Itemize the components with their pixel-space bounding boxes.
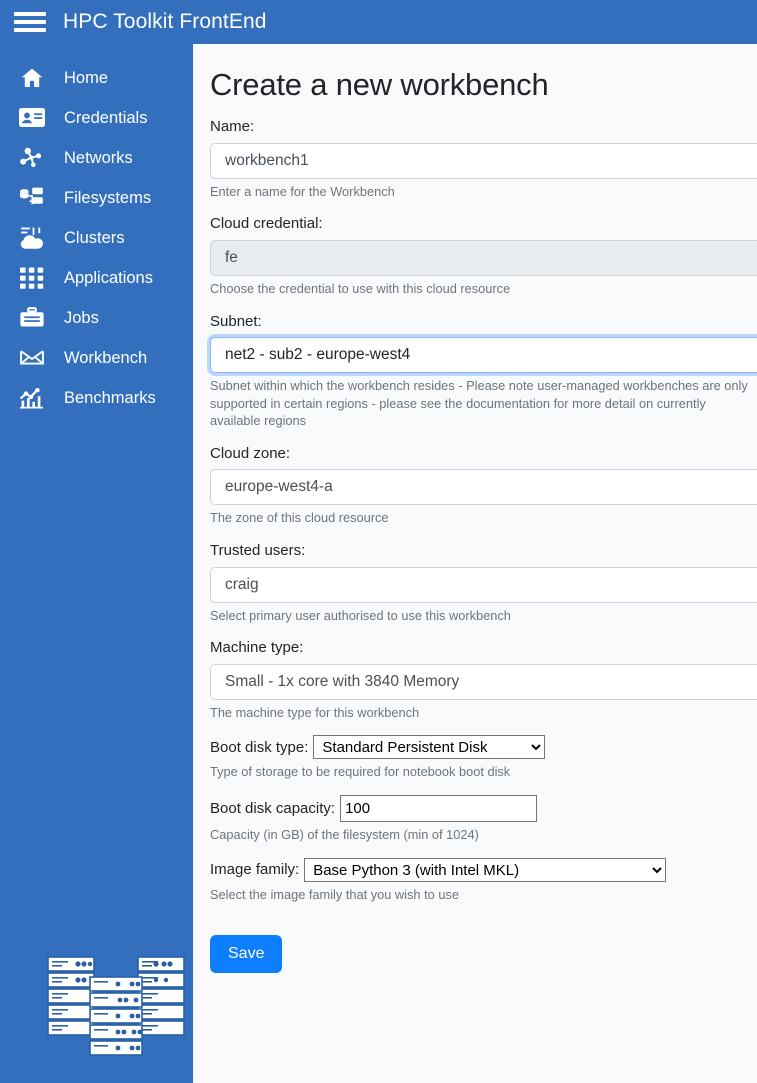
- sidebar-item-benchmarks[interactable]: Benchmarks: [0, 378, 193, 418]
- image-family-help: Select the image family that you wish to…: [210, 886, 459, 902]
- sidebar-item-label: Credentials: [64, 108, 148, 127]
- sidebar-item-clusters[interactable]: Clusters: [0, 218, 193, 258]
- sidebar-item-label: Workbench: [64, 348, 148, 367]
- field-subnet: Subnet: net2 - sub2 - europe-west4 Subne…: [210, 312, 757, 430]
- server-rack-illustration: [46, 951, 186, 1061]
- clusters-icon: [17, 225, 47, 251]
- field-boot-disk-capacity: Boot disk capacity: Capacity (in GB) of …: [210, 795, 757, 844]
- subnet-select[interactable]: net2 - sub2 - europe-west4: [210, 337, 757, 373]
- image-family-select[interactable]: Base Python 3 (with Intel MKL): [304, 857, 667, 882]
- name-input[interactable]: workbench1: [210, 142, 757, 179]
- machine-type-help: The machine type for this workbench: [210, 704, 420, 720]
- sidebar-item-applications[interactable]: Applications: [0, 258, 193, 298]
- filesystems-icon: [17, 185, 47, 211]
- main-content: Create a new workbench Name: workbench1 …: [193, 44, 757, 1083]
- benchmarks-chart-icon: [17, 385, 47, 411]
- app-root: HPC Toolkit FrontEnd Home Credentials Ne…: [0, 0, 757, 1083]
- sidebar-item-label: Networks: [64, 148, 133, 167]
- cloud-credential-help: Choose the credential to use with this c…: [210, 280, 511, 296]
- sidebar-item-credentials[interactable]: Credentials: [0, 98, 193, 138]
- sidebar-item-workbench[interactable]: Workbench: [0, 338, 193, 378]
- subnet-label: Subnet:: [210, 312, 262, 330]
- field-trusted-users: Trusted users: craig Select primary user…: [210, 541, 757, 624]
- sidebar-item-home[interactable]: Home: [0, 58, 193, 98]
- field-image-family: Image family: Base Python 3 (with Intel …: [210, 857, 757, 904]
- field-machine-type: Machine type: Small - 1x core with 3840 …: [210, 638, 757, 721]
- boot-disk-capacity-label: Boot disk capacity:: [210, 800, 336, 818]
- cloud-zone-help: The zone of this cloud resource: [210, 510, 389, 526]
- sidebar-item-label: Benchmarks: [64, 388, 156, 407]
- image-family-label: Image family:: [210, 861, 300, 879]
- sidebar-item-label: Jobs: [64, 308, 99, 327]
- cloud-credential-label: Cloud credential:: [210, 215, 323, 233]
- sidebar-item-jobs[interactable]: Jobs: [0, 298, 193, 338]
- sidebar-item-label: Filesystems: [64, 188, 152, 207]
- briefcase-icon: [17, 305, 47, 331]
- boot-disk-type-help: Type of storage to be required for noteb…: [210, 764, 511, 780]
- sidebar-item-networks[interactable]: Networks: [0, 138, 193, 178]
- boot-disk-capacity-input[interactable]: [340, 795, 538, 823]
- field-name: Name: workbench1 Enter a name for the Wo…: [210, 117, 757, 200]
- sidebar-nav: Home Credentials Networks Filesystems Cl…: [0, 44, 193, 418]
- machine-type-label: Machine type:: [210, 639, 304, 657]
- hamburger-icon[interactable]: [14, 10, 46, 34]
- boot-disk-capacity-help: Capacity (in GB) of the filesystem (min …: [210, 827, 479, 843]
- save-button[interactable]: Save: [210, 935, 283, 973]
- name-label: Name:: [210, 118, 255, 136]
- applications-grid-icon: [17, 265, 47, 291]
- boot-disk-type-select[interactable]: Standard Persistent Disk: [313, 735, 546, 760]
- image-family-row: Image family: Base Python 3 (with Intel …: [210, 857, 757, 882]
- trusted-users-help: Select primary user authorised to use th…: [210, 607, 511, 623]
- top-bar: HPC Toolkit FrontEnd: [0, 0, 757, 44]
- trusted-users-select[interactable]: craig: [210, 566, 757, 603]
- machine-type-select[interactable]: Small - 1x core with 3840 Memory: [210, 663, 757, 700]
- page-title: Create a new workbench: [210, 67, 549, 102]
- home-icon: [17, 65, 47, 91]
- hamburger-bar: [14, 12, 46, 16]
- hamburger-bar: [14, 28, 46, 32]
- field-boot-disk-type: Boot disk type: Standard Persistent Disk…: [210, 735, 757, 781]
- id-card-icon: [17, 105, 47, 131]
- boot-disk-capacity-row: Boot disk capacity:: [210, 795, 757, 823]
- cloud-credential-select: fe: [210, 239, 757, 276]
- app-brand-title: HPC Toolkit FrontEnd: [63, 10, 267, 33]
- cloud-zone-label: Cloud zone:: [210, 444, 291, 462]
- network-nodes-icon: [17, 145, 47, 171]
- boot-disk-type-row: Boot disk type: Standard Persistent Disk: [210, 735, 757, 760]
- field-cloud-credential: Cloud credential: fe Choose the credenti…: [210, 214, 757, 297]
- subnet-help: Subnet within which the workbench reside…: [210, 378, 748, 429]
- hamburger-bar: [14, 20, 46, 24]
- sidebar-item-label: Clusters: [64, 228, 125, 247]
- sidebar: Home Credentials Networks Filesystems Cl…: [0, 44, 193, 1083]
- field-cloud-zone: Cloud zone: europe-west4-a The zone of t…: [210, 444, 757, 527]
- workbench-icon: [17, 345, 47, 371]
- boot-disk-type-label: Boot disk type:: [210, 738, 309, 756]
- name-help: Enter a name for the Workbench: [210, 183, 395, 199]
- sidebar-item-label: Applications: [64, 268, 153, 287]
- sidebar-item-label: Home: [64, 68, 109, 87]
- trusted-users-label: Trusted users:: [210, 542, 306, 560]
- cloud-zone-select[interactable]: europe-west4-a: [210, 469, 757, 506]
- sidebar-item-filesystems[interactable]: Filesystems: [0, 178, 193, 218]
